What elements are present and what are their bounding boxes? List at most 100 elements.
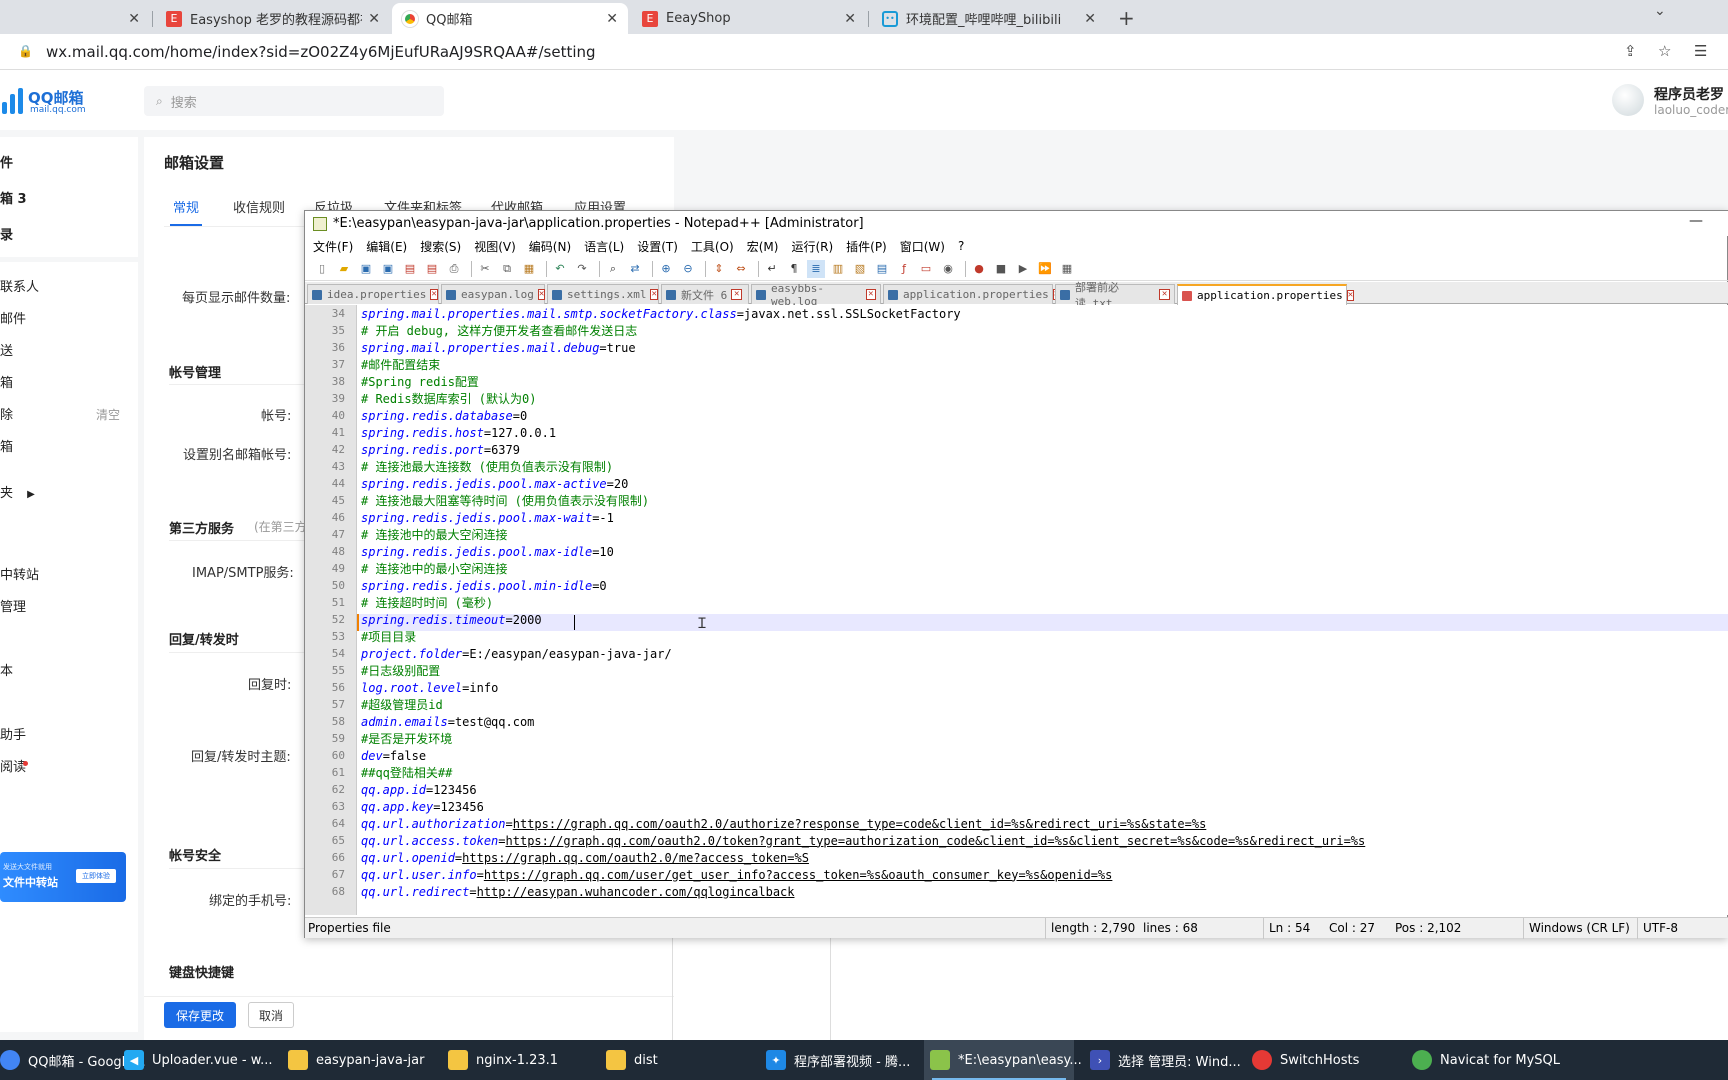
clear-trash-button[interactable]: 清空: [96, 406, 120, 423]
file-tab-active[interactable]: application.properties ✕: [1177, 284, 1355, 305]
run-macro-multiple-icon[interactable]: ⏩: [1036, 260, 1054, 278]
sidebar-item[interactable]: 中转站: [0, 564, 39, 583]
taskbar-item[interactable]: › 选择 管理员: Wind...: [1090, 1040, 1241, 1080]
property-url-value[interactable]: https://graph.qq.com/oauth2.0/me?access_…: [462, 851, 809, 865]
sidebar-item[interactable]: 邮件: [0, 308, 26, 327]
sidebar-item[interactable]: 联系人: [0, 276, 39, 295]
open-file-icon[interactable]: ▰: [335, 260, 353, 278]
taskbar-item[interactable]: nginx-1.23.1: [448, 1040, 578, 1080]
banner-button[interactable]: 立即体验: [76, 869, 116, 883]
sidebar-item[interactable]: 夹 ▶: [0, 482, 35, 501]
sidebar-item[interactable]: 录: [0, 224, 13, 243]
close-icon[interactable]: ✕: [430, 289, 438, 300]
function-list-icon[interactable]: ƒ: [895, 260, 913, 278]
menu-edit[interactable]: 编辑(E): [366, 238, 407, 255]
close-all-icon[interactable]: ▤: [423, 260, 441, 278]
sidebar-item[interactable]: 助手: [0, 724, 26, 743]
menu-settings[interactable]: 设置(T): [637, 238, 678, 255]
folder-workspace-icon[interactable]: ▭: [917, 260, 935, 278]
browser-tab[interactable]: E EeayShop ✕: [632, 3, 866, 34]
doc-map-icon[interactable]: ▧: [851, 260, 869, 278]
close-icon[interactable]: ✕: [731, 289, 743, 300]
close-icon[interactable]: ✕: [844, 11, 856, 27]
taskbar-item[interactable]: Navicat for MySQL: [1412, 1040, 1572, 1080]
code-editor[interactable]: 34 spring.mail.properties.mail.smtp.socke…: [305, 305, 1728, 915]
taskbar-item[interactable]: SwitchHosts: [1252, 1040, 1392, 1080]
chevron-down-icon[interactable]: ⌄: [1654, 3, 1666, 19]
taskbar-item[interactable]: easypan-java-jar: [288, 1040, 428, 1080]
show-all-chars-icon[interactable]: ¶: [785, 260, 803, 278]
indent-guide-icon[interactable]: ≣: [807, 259, 825, 278]
file-tab[interactable]: idea.properties ✕: [307, 284, 439, 304]
file-tab[interactable]: application.properties✕: [883, 284, 1061, 304]
close-icon[interactable]: ✕: [128, 11, 140, 27]
close-icon[interactable]: ✕: [650, 289, 658, 300]
sidebar-item[interactable]: 管理: [0, 596, 26, 615]
menu-run[interactable]: 运行(R): [791, 238, 833, 255]
sidebar-item[interactable]: 送: [0, 340, 13, 359]
sidebar-item[interactable]: 箱: [0, 372, 13, 391]
tab-rules[interactable]: 收信规则: [233, 197, 285, 216]
print-icon[interactable]: ⎙: [445, 260, 463, 278]
close-icon[interactable]: ✕: [1346, 290, 1355, 301]
monitoring-icon[interactable]: ◉: [939, 260, 957, 278]
menu-language[interactable]: 语言(L): [584, 238, 624, 255]
tab-general[interactable]: 常规: [173, 197, 199, 216]
copy-icon[interactable]: ⧉: [498, 260, 516, 278]
browser-tab[interactable]: ✕: [0, 3, 150, 34]
sidebar-item[interactable]: 箱: [0, 436, 13, 455]
menu-encoding[interactable]: 编码(N): [529, 238, 571, 255]
share-icon[interactable]: ⇪: [1624, 42, 1637, 60]
menu-help[interactable]: ?: [958, 239, 964, 253]
find-icon[interactable]: ⌕: [604, 260, 622, 278]
star-icon[interactable]: ☆: [1658, 42, 1671, 60]
sync-vertical-icon[interactable]: ⇕: [710, 260, 728, 278]
close-file-icon[interactable]: ▤: [401, 260, 419, 278]
stop-macro-icon[interactable]: ■: [992, 260, 1010, 278]
close-icon[interactable]: ✕: [606, 11, 618, 27]
avatar[interactable]: [1612, 84, 1644, 116]
close-icon[interactable]: ✕: [1159, 289, 1170, 300]
menu-macro[interactable]: 宏(M): [747, 238, 779, 255]
minimize-icon[interactable]: —: [1689, 213, 1703, 229]
taskbar-item-active[interactable]: *E:\easypan\easy...: [924, 1040, 1082, 1080]
file-transfer-banner[interactable]: 发送大文件就用 文件中转站 立即体验: [0, 852, 126, 902]
browser-tab[interactable]: E Easyshop 老罗的教程源码都在这 ✕: [156, 3, 390, 34]
taskbar-item[interactable]: ✦ 程序部署视频 - 腾...: [766, 1040, 916, 1080]
window-titlebar[interactable]: *E:\easypan\easypan-java-jar\application…: [305, 211, 1728, 236]
menu-search[interactable]: 搜索(S): [420, 238, 461, 255]
property-url-value[interactable]: https://graph.qq.com/user/get_user_info?…: [484, 868, 1113, 882]
save-all-icon[interactable]: ▣: [379, 260, 397, 278]
url-input[interactable]: wx.mail.qq.com/home/index?sid=zO02Z4y6Mj…: [46, 43, 596, 61]
property-url-value[interactable]: https://graph.qq.com/oauth2.0/token?gran…: [506, 834, 1366, 848]
close-icon[interactable]: ✕: [1084, 11, 1096, 27]
file-tab[interactable]: 新文件 6 ✕: [661, 284, 749, 304]
sync-horizontal-icon[interactable]: ⇔: [732, 260, 750, 278]
taskbar-item[interactable]: QQ邮箱 - Google...: [0, 1040, 146, 1080]
sidebar-item[interactable]: 箱 3: [0, 188, 27, 207]
menu-plugins[interactable]: 插件(P): [846, 238, 887, 255]
redo-icon[interactable]: ↷: [573, 260, 591, 278]
new-tab-icon[interactable]: +: [1118, 6, 1135, 30]
menu-window[interactable]: 窗口(W): [900, 238, 945, 255]
close-icon[interactable]: ✕: [368, 11, 380, 27]
file-tab[interactable]: easybbs-web.log ✕: [751, 282, 881, 308]
browser-tab[interactable]: •• 环境配置_哔哩哔哩_bilibili ✕: [872, 3, 1106, 34]
lock-icon[interactable]: 🔒: [18, 44, 33, 58]
save-macro-icon[interactable]: ▦: [1058, 260, 1076, 278]
cut-icon[interactable]: ✂: [476, 260, 494, 278]
doc-list-icon[interactable]: ▤: [873, 260, 891, 278]
replace-icon[interactable]: ⇄: [626, 260, 644, 278]
play-macro-icon[interactable]: ▶: [1014, 260, 1032, 278]
paste-icon[interactable]: ▦: [520, 260, 538, 278]
sidebar-item[interactable]: 阅读: [0, 756, 26, 775]
save-button[interactable]: 保存更改: [164, 1002, 236, 1028]
save-icon[interactable]: ▣: [357, 260, 375, 278]
file-tab[interactable]: settings.xml ✕: [547, 284, 659, 304]
cancel-button[interactable]: 取消: [248, 1002, 294, 1028]
undo-icon[interactable]: ↶: [551, 260, 569, 278]
sidebar-item[interactable]: 除: [0, 404, 13, 423]
zoom-out-icon[interactable]: ⊖: [679, 260, 697, 278]
qqmail-logo[interactable]: QQ邮箱 mail.qq.com: [0, 86, 90, 118]
menu-view[interactable]: 视图(V): [474, 238, 516, 255]
